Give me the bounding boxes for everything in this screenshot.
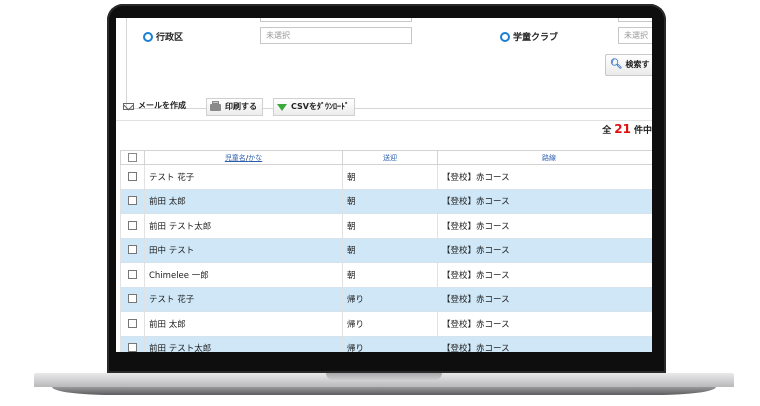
route: 【登校】赤コース — [437, 262, 652, 288]
route: 【登校】赤コース — [437, 164, 652, 190]
screen: 行政区 未選択 学童クラブ 未選択 🔍︎ 検索す メールを作成 印刷する CSV… — [116, 18, 652, 352]
route: 【登校】赤コース — [437, 238, 652, 263]
table-row[interactable]: Chimelee 一郎 朝 【登校】赤コース — [120, 262, 652, 288]
children-table: 児童名/かな 送迎 路線 テスト 花子 朝 【登校】赤コース 前田 太郎 朝 【… — [120, 150, 652, 352]
printer-icon — [210, 100, 221, 111]
ward-bullet-icon — [143, 31, 153, 42]
row-checkbox[interactable] — [120, 287, 145, 312]
table-row[interactable]: テスト 花子 朝 【登校】赤コース — [120, 164, 652, 190]
ward-label: 行政区 — [143, 30, 183, 43]
trip-type: 帰り — [342, 311, 438, 337]
child-name: テスト 花子 — [144, 287, 343, 312]
child-name: 前田 太郎 — [144, 311, 343, 337]
trip-type: 朝 — [342, 262, 438, 288]
child-name: 前田 テスト太郎 — [144, 336, 343, 352]
laptop-base-bottom — [52, 387, 716, 395]
trip-type: 帰り — [342, 336, 438, 352]
upper-field[interactable] — [260, 18, 412, 22]
trip-type: 朝 — [342, 238, 438, 263]
table-row[interactable]: 前田 テスト太郎 朝 【登校】赤コース — [120, 213, 652, 239]
trip-type: 朝 — [342, 164, 438, 190]
print-button[interactable]: 印刷する — [206, 98, 263, 116]
row-checkbox[interactable] — [120, 238, 145, 263]
upper-field-right[interactable] — [618, 18, 652, 22]
ward-select[interactable]: 未選択 — [260, 27, 412, 44]
child-name: Chimelee 一郎 — [144, 262, 343, 288]
laptop-base — [34, 373, 734, 397]
row-checkbox[interactable] — [120, 336, 145, 352]
table-row[interactable]: 前田 テスト太郎 帰り 【登校】赤コース — [120, 336, 652, 352]
result-count: 全 21 件中 — [602, 122, 652, 136]
route: 【登校】赤コース — [437, 336, 652, 352]
trip-column-header: 送迎 — [342, 150, 438, 165]
mail-icon — [123, 102, 134, 110]
club-select[interactable]: 未選択 — [618, 27, 652, 44]
child-name: 前田 太郎 — [144, 189, 343, 214]
trip-type: 朝 — [342, 213, 438, 239]
search-panel: 行政区 未選択 学童クラブ 未選択 🔍︎ 検索す — [126, 18, 652, 109]
child-name: 前田 テスト太郎 — [144, 213, 343, 239]
download-icon — [277, 103, 287, 111]
row-checkbox[interactable] — [120, 164, 145, 190]
search-button[interactable]: 🔍︎ 検索す — [605, 54, 652, 76]
table-row[interactable]: 前田 太郎 朝 【登校】赤コース — [120, 189, 652, 214]
table-row[interactable]: 前田 太郎 帰り 【登校】赤コース — [120, 311, 652, 337]
laptop-notch — [326, 373, 442, 380]
create-mail-button[interactable]: メールを作成 — [120, 98, 191, 116]
select-all-checkbox[interactable] — [120, 150, 145, 165]
route: 【登校】赤コース — [437, 213, 652, 239]
search-icon: 🔍︎ — [610, 59, 623, 70]
table-row[interactable]: 田中 テスト 朝 【登校】赤コース — [120, 238, 652, 263]
route: 【登校】赤コース — [437, 311, 652, 337]
toolbar-divider — [116, 120, 652, 121]
route: 【登校】赤コース — [437, 287, 652, 312]
table-header-row: 児童名/かな 送迎 路線 — [120, 150, 652, 165]
child-name: テスト 花子 — [144, 164, 343, 190]
name-column-header[interactable]: 児童名/かな — [144, 150, 343, 165]
route-column-header: 路線 — [437, 150, 652, 165]
club-bullet-icon — [500, 31, 510, 42]
row-checkbox[interactable] — [120, 213, 145, 239]
club-label: 学童クラブ — [500, 30, 558, 43]
row-checkbox[interactable] — [120, 311, 145, 337]
child-name: 田中 テスト — [144, 238, 343, 263]
trip-type: 帰り — [342, 287, 438, 312]
row-checkbox[interactable] — [120, 262, 145, 288]
row-checkbox[interactable] — [120, 189, 145, 214]
trip-type: 朝 — [342, 189, 438, 214]
csv-download-button[interactable]: CSVをﾀﾞｳﾝﾛｰﾄﾞ — [273, 98, 355, 116]
table-row[interactable]: テスト 花子 帰り 【登校】赤コース — [120, 287, 652, 312]
route: 【登校】赤コース — [437, 189, 652, 214]
